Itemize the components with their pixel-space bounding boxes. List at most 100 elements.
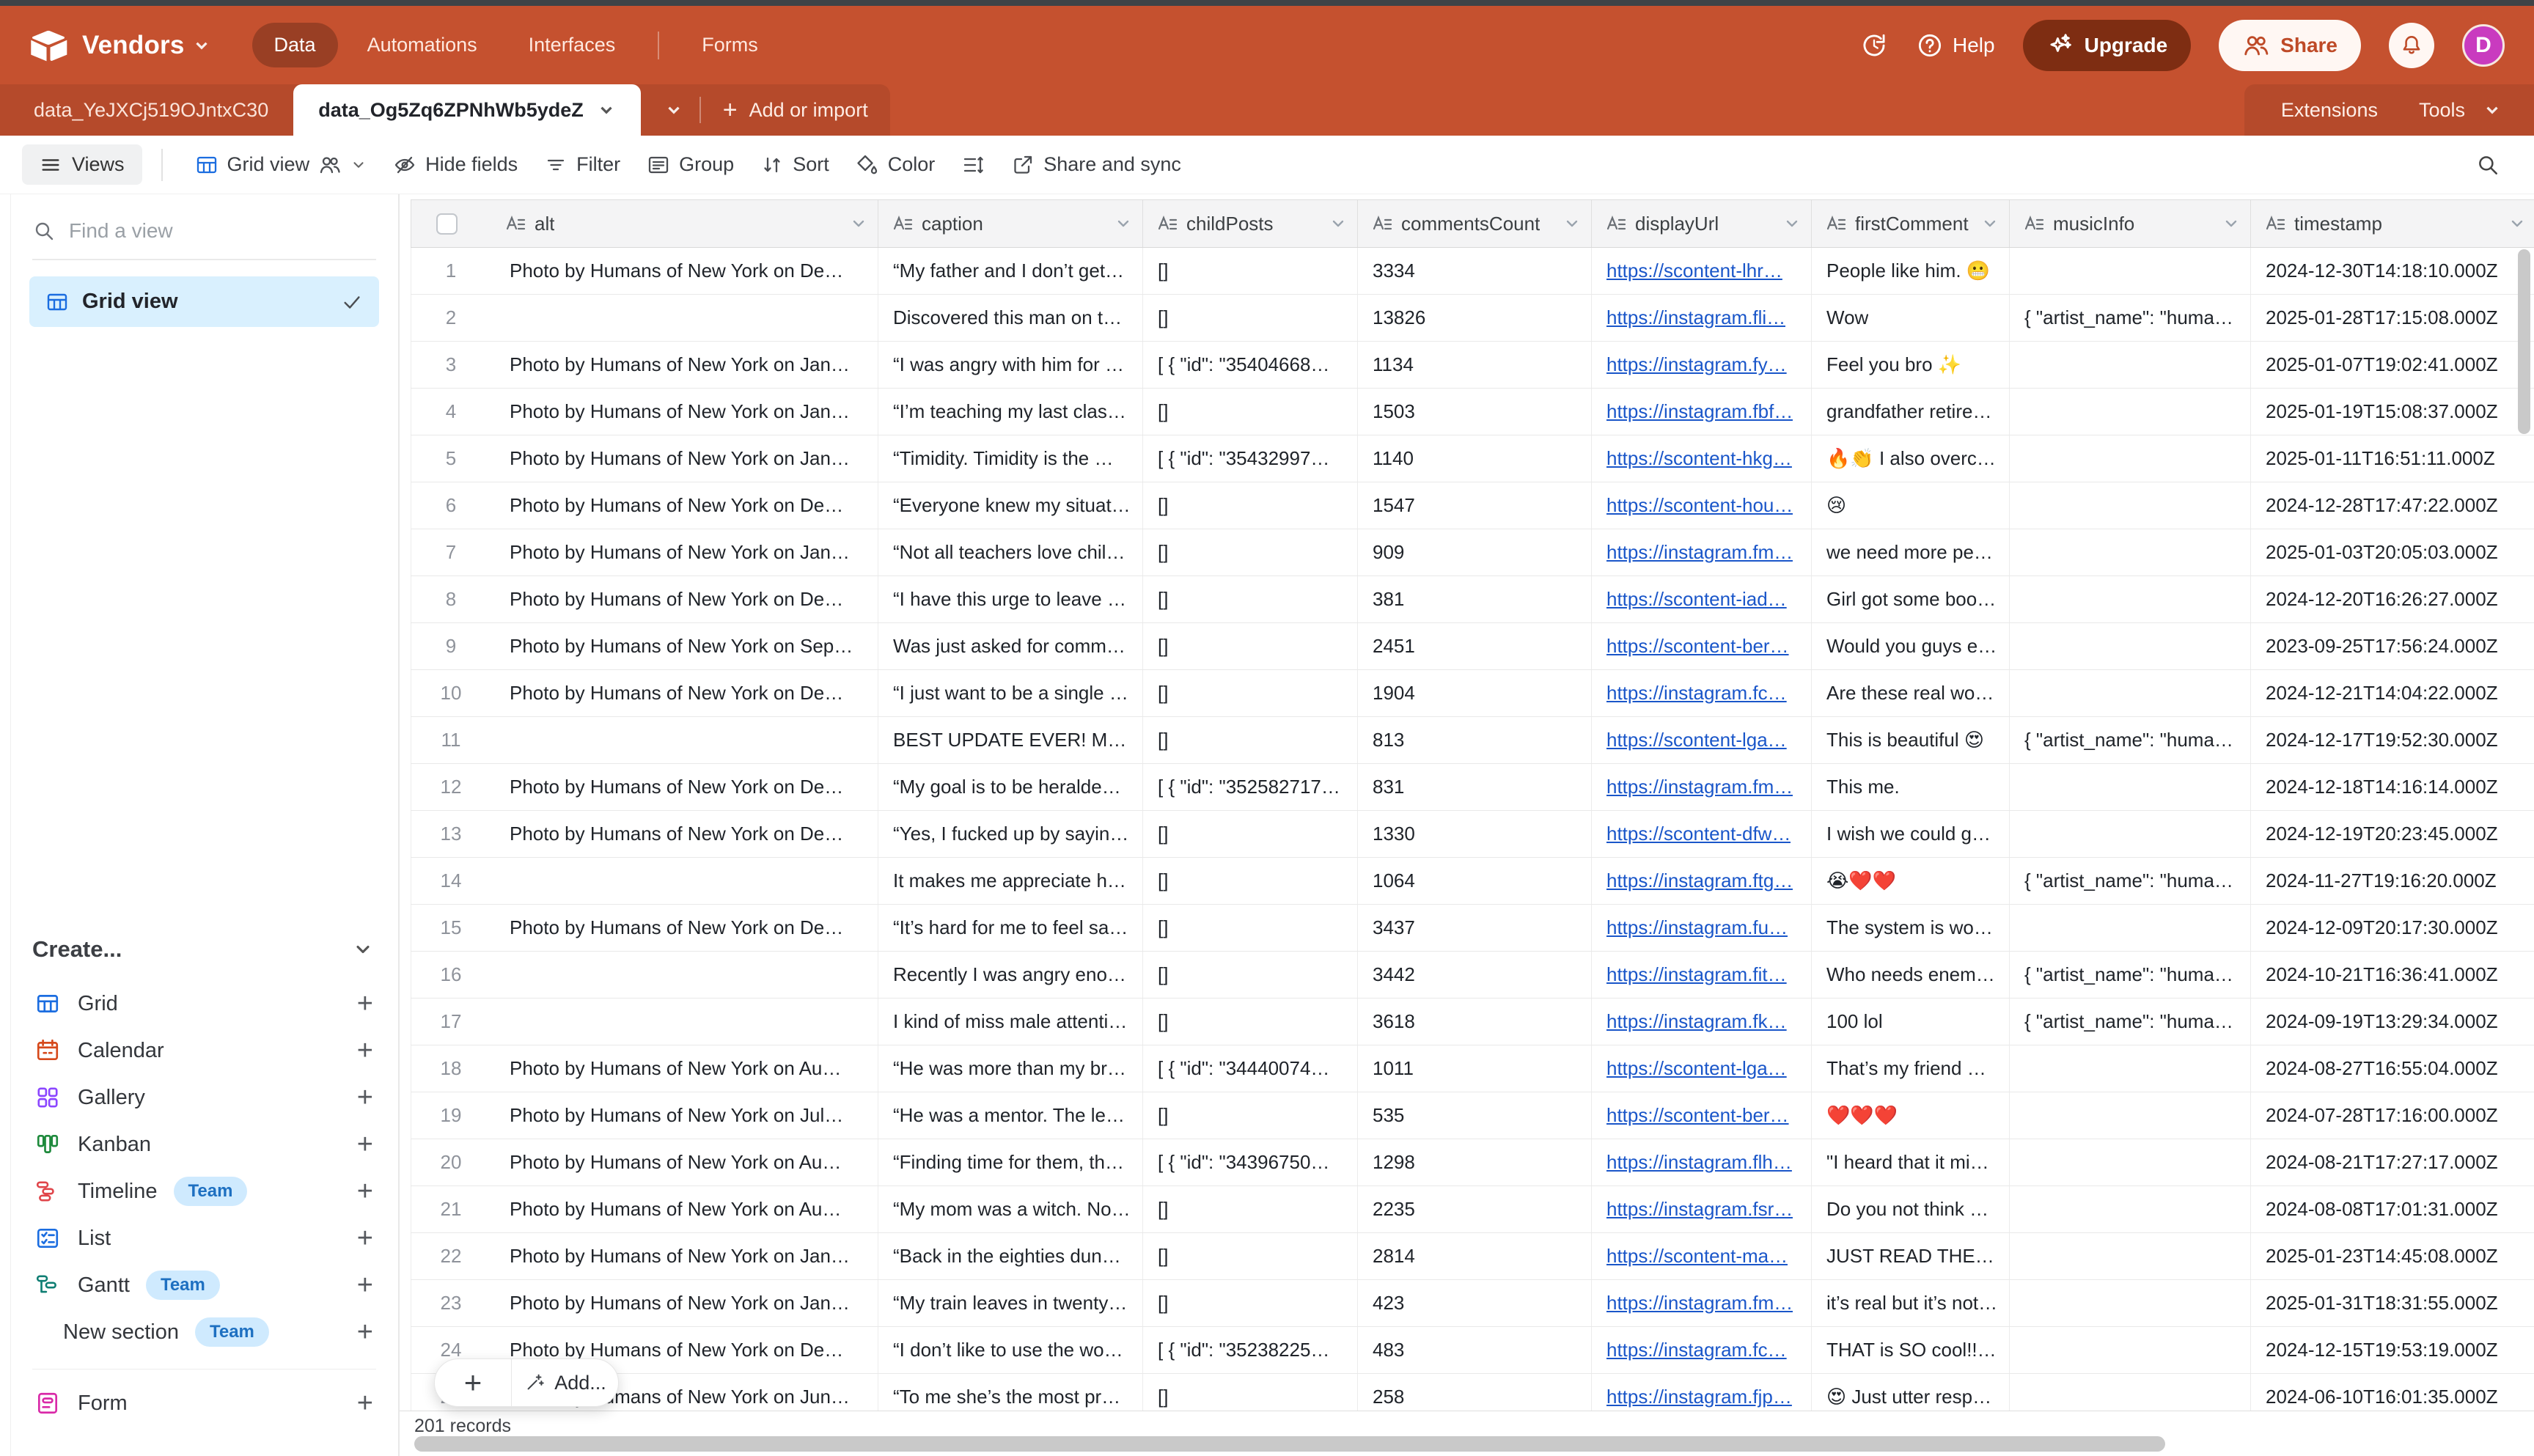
cell-childposts[interactable]: [] [1143,858,1358,904]
cell-childposts[interactable]: [] [1143,1233,1358,1279]
cell-commentscount[interactable]: 2451 [1358,623,1592,669]
cell-caption[interactable]: “My mom was a witch. No… [878,1186,1143,1232]
cell-alt[interactable]: 14 [411,858,878,904]
cell-musicinfo[interactable] [2010,248,2251,294]
cell-commentscount[interactable]: 1547 [1358,482,1592,529]
cell-displayurl[interactable]: https://instagram.fc… [1592,670,1812,716]
cell-displayurl[interactable]: https://instagram.fu… [1592,905,1812,951]
cell-commentscount[interactable]: 381 [1358,576,1592,622]
cell-caption[interactable]: “Back in the eighties dun… [878,1233,1143,1279]
cell-alt[interactable]: 2 [411,295,878,341]
chevron-down-icon[interactable] [2508,215,2526,232]
cell-musicinfo[interactable] [2010,623,2251,669]
nav-tab-data[interactable]: Data [252,23,338,67]
column-header[interactable]: childPosts [1143,200,1358,247]
cell-musicinfo[interactable] [2010,342,2251,388]
table-row[interactable]: 16 Recently I was angry eno… [] 3442 htt… [411,952,2534,999]
cell-musicinfo[interactable] [2010,1186,2251,1232]
chevron-down-icon[interactable] [1563,215,1581,232]
table-row[interactable]: 5 Photo by Humans of New York on Jan… “T… [411,435,2534,482]
cell-alt[interactable]: 10 Photo by Humans of New York on De… [411,670,878,716]
cell-displayurl[interactable]: https://scontent-iad… [1592,576,1812,622]
cell-timestamp[interactable]: 2024-12-21T14:04:22.000Z [2251,670,2534,716]
cell-alt[interactable]: 8 Photo by Humans of New York on De… [411,576,878,622]
cell-displayurl[interactable]: https://scontent-lga… [1592,1045,1812,1092]
cell-timestamp[interactable]: 2024-08-08T17:01:31.000Z [2251,1186,2534,1232]
column-header[interactable]: musicInfo [2010,200,2251,247]
cell-childposts[interactable]: [] [1143,811,1358,857]
cell-firstcomment[interactable]: "I heard that it mig… [1812,1139,2010,1185]
cell-musicinfo[interactable] [2010,1233,2251,1279]
table-row[interactable]: 23 Photo by Humans of New York on Jan… “… [411,1280,2534,1327]
cell-musicinfo[interactable] [2010,482,2251,529]
cell-firstcomment[interactable]: People like him. 😬 [1812,248,2010,294]
url-link[interactable]: https://scontent-ber… [1606,635,1789,658]
select-all-checkbox[interactable] [436,213,458,235]
cell-alt[interactable]: 11 [411,717,878,763]
cell-timestamp[interactable]: 2024-12-19T20:23:45.000Z [2251,811,2534,857]
cell-childposts[interactable]: [] [1143,670,1358,716]
cell-timestamp[interactable]: 2024-08-21T17:27:17.000Z [2251,1139,2534,1185]
table-row[interactable]: 14 It makes me appreciate h… [] 1064 htt… [411,858,2534,905]
cell-alt[interactable]: 12 Photo by Humans of New York on De… [411,764,878,810]
cell-firstcomment[interactable]: Do you not think p… [1812,1186,2010,1232]
cell-caption[interactable]: “Yes, I fucked up by sayin… [878,811,1143,857]
cell-caption[interactable]: “To me she’s the most pr… [878,1374,1143,1411]
cell-alt[interactable]: 7 Photo by Humans of New York on Jan… [411,529,878,576]
cell-commentscount[interactable]: 483 [1358,1327,1592,1373]
cell-childposts[interactable]: [ { "id": "34396750… [1143,1139,1358,1185]
cell-displayurl[interactable]: https://instagram.fm… [1592,529,1812,576]
cell-firstcomment[interactable]: 100 lol [1812,999,2010,1045]
cell-displayurl[interactable]: https://instagram.flh… [1592,1139,1812,1185]
cell-timestamp[interactable]: 2024-12-09T20:17:30.000Z [2251,905,2534,951]
cell-displayurl[interactable]: https://scontent-ma… [1592,1233,1812,1279]
cell-childposts[interactable]: [] [1143,1280,1358,1326]
table-row[interactable]: 3 Photo by Humans of New York on Jan… “I… [411,342,2534,389]
table-row[interactable]: 21 Photo by Humans of New York on Au… “M… [411,1186,2534,1233]
horizontal-scrollbar[interactable] [414,1436,2165,1452]
cell-musicinfo[interactable] [2010,1374,2251,1411]
table-row[interactable]: 25 Photo by Humans of New York on Jun… “… [411,1374,2534,1411]
add-view-plus-icon[interactable]: + [357,1035,373,1067]
cell-musicinfo[interactable] [2010,1280,2251,1326]
cell-childposts[interactable]: [] [1143,482,1358,529]
cell-alt[interactable]: 18 Photo by Humans of New York on Au… [411,1045,878,1092]
cell-childposts[interactable]: [ { "id": "35432997… [1143,435,1358,482]
cell-firstcomment[interactable]: Would you guys e… [1812,623,2010,669]
cell-displayurl[interactable]: https://scontent-ber… [1592,1092,1812,1139]
tab-chevron-icon[interactable] [597,100,616,120]
cell-commentscount[interactable]: 258 [1358,1374,1592,1411]
cell-alt[interactable]: 17 [411,999,878,1045]
cell-alt[interactable]: 16 [411,952,878,998]
cell-musicinfo[interactable]: { "artist_name": "huma… [2010,999,2251,1045]
chevron-down-icon[interactable] [1783,215,1801,232]
cell-musicinfo[interactable]: { "artist_name": "huma… [2010,952,2251,998]
cell-firstcomment[interactable]: This is beautiful 😍 [1812,717,2010,763]
cell-firstcomment[interactable]: I wish we could ge… [1812,811,2010,857]
cell-timestamp[interactable]: 2025-01-23T14:45:08.000Z [2251,1233,2534,1279]
cell-childposts[interactable]: [] [1143,389,1358,435]
cell-alt[interactable]: 5 Photo by Humans of New York on Jan… [411,435,878,482]
cell-displayurl[interactable]: https://scontent-hou… [1592,482,1812,529]
cell-alt[interactable]: 13 Photo by Humans of New York on De… [411,811,878,857]
cell-musicinfo[interactable] [2010,1327,2251,1373]
column-header[interactable]: timestamp [2251,200,2534,247]
column-header[interactable]: caption [878,200,1143,247]
cell-childposts[interactable]: [] [1143,952,1358,998]
cell-caption[interactable]: “I’m teaching my last clas… [878,389,1143,435]
cell-caption[interactable]: “My father and I don’t get… [878,248,1143,294]
table-row[interactable]: 11 BEST UPDATE EVER! Mos… [] 813 https:/… [411,717,2534,764]
cell-musicinfo[interactable] [2010,1139,2251,1185]
cell-commentscount[interactable]: 1330 [1358,811,1592,857]
cell-timestamp[interactable]: 2024-09-19T13:29:34.000Z [2251,999,2534,1045]
url-link[interactable]: https://scontent-hou… [1606,494,1793,517]
url-link[interactable]: https://instagram.fc… [1606,682,1787,705]
cell-caption[interactable]: Was just asked for comm… [878,623,1143,669]
url-link[interactable]: https://instagram.fjp… [1606,1386,1792,1408]
cell-musicinfo[interactable] [2010,905,2251,951]
cell-displayurl[interactable]: https://instagram.ftg… [1592,858,1812,904]
cell-caption[interactable]: “Finding time for them, th… [878,1139,1143,1185]
group-button[interactable]: Group [634,146,747,184]
cell-musicinfo[interactable] [2010,529,2251,576]
cell-firstcomment[interactable]: we need more peo… [1812,529,2010,576]
